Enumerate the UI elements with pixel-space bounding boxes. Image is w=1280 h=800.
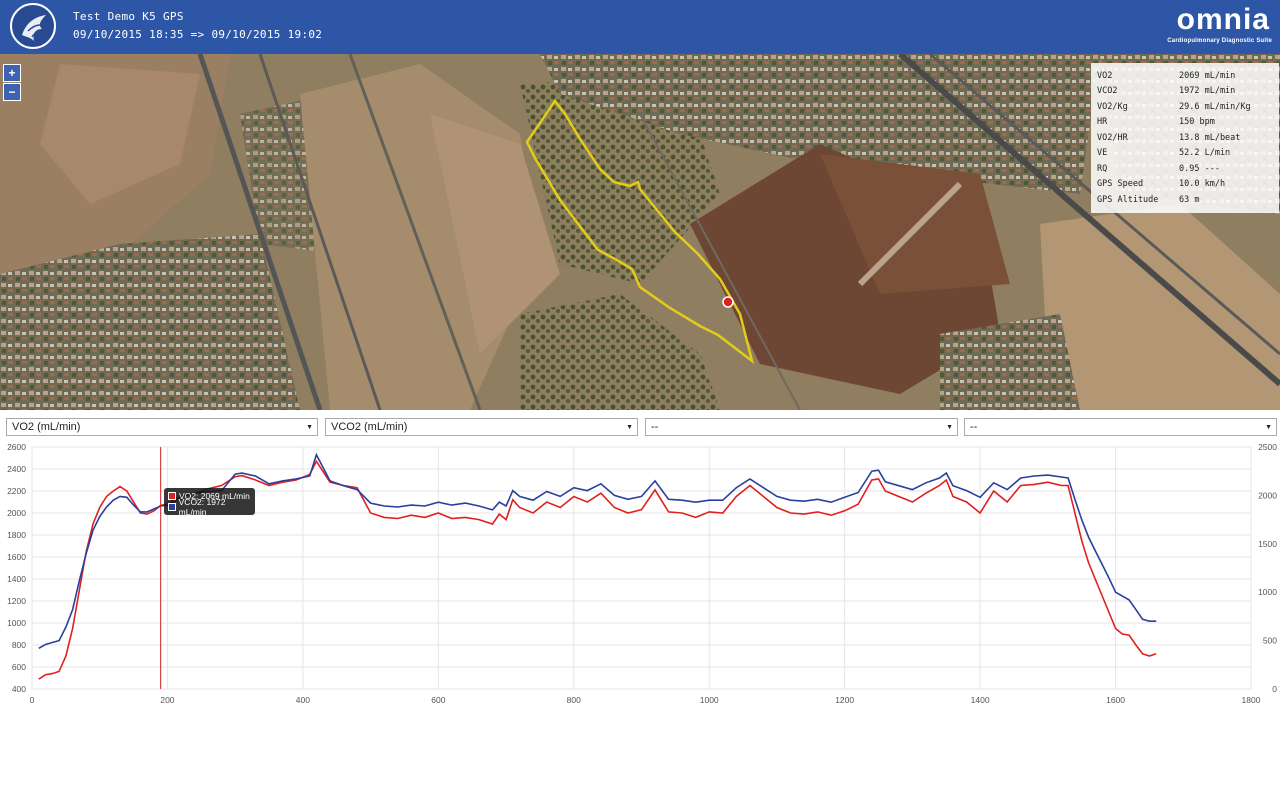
brand-logo-text: omnia	[1176, 3, 1270, 36]
zoom-out-button[interactable]: −	[3, 83, 21, 101]
map-imagery	[0, 54, 1280, 410]
series-1-select-value: VO2 (mL/min)	[12, 421, 81, 433]
vco2-swatch-icon	[168, 502, 176, 511]
metric-value: 2069 mL/min	[1179, 70, 1236, 81]
app-header: Test Demo K5 GPS 09/10/2015 18:35 => 09/…	[0, 0, 1280, 54]
chevron-down-icon: ▼	[306, 424, 313, 431]
y-right-tick-label: 1000	[1258, 587, 1277, 597]
plot-area-border	[31, 446, 1252, 690]
metric-row: VE 52.2 L/min	[1097, 146, 1273, 162]
series-4-select-value: --	[970, 421, 978, 433]
y-left-tick-label: 2600	[7, 442, 26, 452]
x-tick-label: 1200	[835, 695, 854, 705]
y-left-tick-label: 2400	[7, 464, 26, 474]
chart-tooltip: VO2: 2069 mL/min VCO2: 1972 mL/min	[164, 488, 255, 517]
tooltip-vco2-value: VCO2: 1972 mL/min	[178, 496, 226, 517]
metric-label: RQ	[1097, 163, 1108, 174]
x-tick-label: 400	[296, 695, 310, 705]
metric-label: VO2	[1097, 70, 1113, 81]
x-tick-label: 1800	[1242, 695, 1261, 705]
metric-label: VO2/HR	[1097, 132, 1128, 143]
y-left-tick-label: 2200	[7, 486, 26, 496]
series-2-select[interactable]: VCO2 (mL/min) ▼	[325, 418, 638, 436]
y-left-tick-label: 600	[12, 662, 26, 672]
y-left-tick-label: 2000	[7, 508, 26, 518]
y-right-tick-label: 2000	[1258, 490, 1277, 500]
omnia-emblem-logo	[10, 3, 56, 49]
x-tick-label: 1600	[1106, 695, 1125, 705]
series-1-select[interactable]: VO2 (mL/min) ▼	[6, 418, 318, 436]
chart-grid	[31, 446, 1252, 690]
metric-label: GPS Altitude	[1097, 194, 1159, 205]
y-right-tick-label: 0	[1272, 684, 1277, 694]
metrics-panel: VO2 2069 mL/min VCO2 1972 mL/min VO2/Kg 29.…	[1091, 63, 1279, 213]
y-axis-right: 0 500 1000 1500 2000 2500	[1258, 442, 1277, 694]
metric-row: HR 150 bpm	[1097, 115, 1273, 131]
chevron-down-icon: ▼	[626, 424, 633, 431]
x-tick-label: 0	[30, 695, 35, 705]
metric-label: VE	[1097, 148, 1108, 159]
metric-value: 63 m	[1179, 194, 1200, 205]
x-axis: 0 200 400 600 800 1000 1200 1400 1600 1800	[30, 695, 1261, 705]
x-tick-label: 600	[431, 695, 445, 705]
y-right-tick-label: 500	[1263, 636, 1277, 646]
brand-tagline: Cardiopulmonary Diagnostic Suite	[1167, 38, 1272, 44]
tooltip-row-vco2: VCO2: 1972 mL/min	[168, 497, 251, 517]
chevron-down-icon: ▼	[1265, 424, 1272, 431]
metric-label: GPS Speed	[1097, 179, 1144, 190]
metric-value: 10.0 km/h	[1179, 179, 1226, 190]
y-left-tick-label: 1000	[7, 618, 26, 628]
metric-row: VO2 2069 mL/min	[1097, 68, 1273, 84]
y-left-tick-label: 1400	[7, 574, 26, 584]
metric-value: 0.95 ---	[1179, 163, 1220, 174]
metric-row: VO2/Kg 29.6 mL/min/Kg	[1097, 99, 1273, 115]
metric-row: GPS Altitude 63 m	[1097, 192, 1273, 208]
y-axis-left: 400 600 800 1000 1200 1400 1600 1800 2000 2200 240…	[7, 442, 26, 694]
y-right-tick-label: 2500	[1258, 442, 1277, 452]
y-left-tick-label: 400	[12, 684, 26, 694]
metric-label: VCO2	[1097, 86, 1118, 97]
series-2-select-value: VCO2 (mL/min)	[331, 421, 408, 433]
metric-value: 1972 mL/min	[1179, 86, 1236, 97]
series-3-select-value: --	[651, 421, 659, 433]
y-left-tick-label: 1200	[7, 596, 26, 606]
metric-label: HR	[1097, 117, 1108, 128]
series-3-select[interactable]: -- ▼	[645, 418, 958, 436]
metric-row: VCO2 1972 mL/min	[1097, 84, 1273, 100]
metric-value: 29.6 mL/min/Kg	[1179, 101, 1251, 112]
x-tick-label: 200	[160, 695, 174, 705]
y-left-tick-label: 800	[12, 640, 26, 650]
zoom-in-button[interactable]: +	[3, 64, 21, 82]
vo2-swatch-icon	[168, 491, 176, 500]
y-right-tick-label: 1500	[1258, 539, 1277, 549]
metric-value: 150 bpm	[1179, 117, 1215, 128]
satellite-map[interactable]: + − VO2 2069 mL/min VCO2 1972 mL/min VO2/K…	[0, 54, 1280, 410]
series-line-vco2	[38, 452, 1157, 649]
current-position-marker	[722, 296, 734, 308]
metric-value: 52.2 L/min	[1179, 148, 1231, 159]
metric-row: RQ 0.95 ---	[1097, 161, 1273, 177]
y-left-tick-label: 1800	[7, 530, 26, 540]
x-tick-label: 1400	[971, 695, 990, 705]
x-tick-label: 1000	[700, 695, 719, 705]
session-title: Test Demo K5 GPS	[73, 10, 184, 23]
metric-row: GPS Speed 10.0 km/h	[1097, 177, 1273, 193]
session-time-range: 09/10/2015 18:35 => 09/10/2015 19:02	[73, 28, 323, 41]
metric-value: 13.8 mL/beat	[1179, 132, 1241, 143]
x-tick-label: 800	[567, 695, 581, 705]
series-4-select[interactable]: -- ▼	[964, 418, 1277, 436]
metric-row: VO2/HR 13.8 mL/beat	[1097, 130, 1273, 146]
vo2-vco2-chart[interactable]: 4006008001000120014001600180020002200240…	[0, 440, 1280, 710]
chevron-down-icon: ▼	[946, 424, 953, 431]
metric-label: VO2/Kg	[1097, 101, 1128, 112]
y-left-tick-label: 1600	[7, 552, 26, 562]
